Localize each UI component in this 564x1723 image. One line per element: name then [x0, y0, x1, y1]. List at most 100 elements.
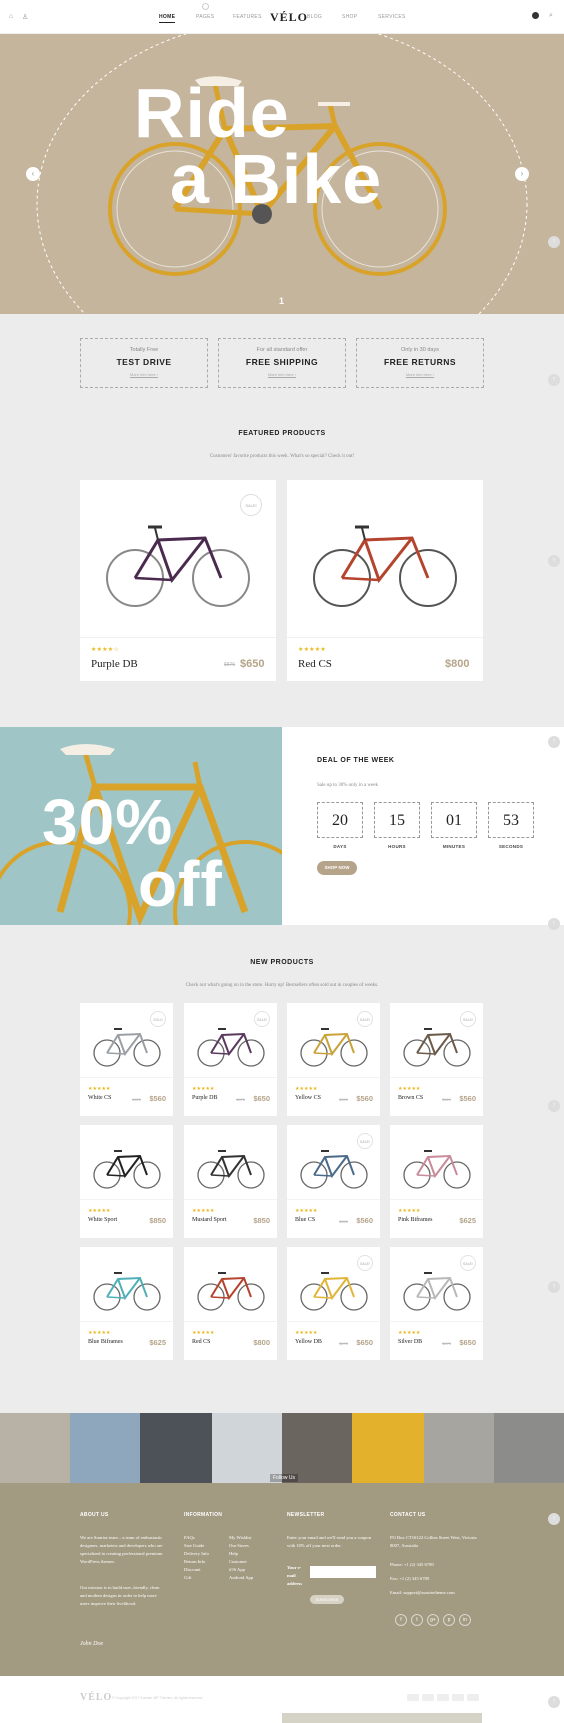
countdown-label: HOURS [388, 844, 406, 849]
product-card[interactable]: ★★★★★ Brown CS $620 $560 SALE! [390, 1003, 483, 1116]
twitter-icon[interactable]: t [411, 1614, 423, 1626]
product-card[interactable]: ★★★★★ White CS $620 $560 SOLD [80, 1003, 173, 1116]
side-scroll-icon[interactable]: ↑ [548, 1100, 560, 1112]
footer-link[interactable]: Android App [229, 1574, 253, 1582]
contact-fax: Fax: +1 (2) 345 6789 [390, 1576, 430, 1581]
product-card[interactable]: ★★★★★ White Sport $850 [80, 1125, 173, 1238]
user-icon[interactable]: ♙ [22, 13, 28, 21]
product-name[interactable]: Yellow CS [295, 1095, 321, 1101]
feature-free-returns[interactable]: Only in 30 days FREE RETURNS More info h… [356, 338, 484, 388]
side-scroll-icon[interactable]: ↑ [548, 374, 560, 386]
feature-free-shipping[interactable]: For all standard offer FREE SHIPPING Mor… [218, 338, 346, 388]
rating-stars: ★★★★★ [88, 1330, 111, 1336]
footer-link[interactable]: Gift [184, 1574, 209, 1582]
red-bike-image [313, 525, 457, 607]
contact-email[interactable]: Email: support@sunrisetheme.com [390, 1589, 455, 1597]
product-card[interactable]: ★★★★★ Pink Biframes $625 [390, 1125, 483, 1238]
home-icon[interactable]: ⌂ [9, 13, 13, 20]
bottom-logo[interactable]: VÉLO [80, 1692, 112, 1703]
nav-features[interactable]: FEATURES [233, 14, 262, 20]
side-scroll-icon[interactable]: ↑ [548, 736, 560, 748]
product-card[interactable]: ★★★★★ Yellow DB $875 $650 SALE! [287, 1247, 380, 1360]
product-name[interactable]: Blue CS [295, 1217, 315, 1223]
instagram-photo[interactable] [140, 1413, 212, 1483]
side-scroll-icon[interactable]: ↑ [548, 918, 560, 930]
search-icon[interactable]: ⌕ [549, 12, 553, 20]
featured-card-red-cs[interactable]: ★★★★★ Red CS $800 [287, 480, 483, 681]
newsletter-label: Your e-mail address [287, 1565, 302, 1586]
slider-next-icon[interactable]: › [515, 167, 529, 181]
nav-home[interactable]: HOME [159, 14, 176, 23]
footer-link[interactable]: Size Guide [184, 1542, 209, 1550]
product-name[interactable]: Blue Biframes [88, 1339, 123, 1345]
cart-icon[interactable] [532, 12, 539, 19]
footer-link[interactable]: Help [229, 1550, 253, 1558]
footer-link[interactable]: Our Stores [229, 1542, 253, 1550]
footer-signature: John Doe [80, 1641, 104, 1647]
countdown-seconds: 53 [488, 802, 534, 838]
footer-link[interactable]: Delivery Info [184, 1550, 209, 1558]
product-name[interactable]: Purple DB [192, 1095, 218, 1101]
instagram-photo[interactable] [352, 1413, 424, 1483]
footer-link[interactable]: iOS App [229, 1566, 253, 1574]
product-name[interactable]: Silver DB [398, 1339, 422, 1345]
product-price: $650 [459, 1338, 476, 1347]
side-scroll-icon[interactable]: ↑ [548, 1513, 560, 1525]
featured-card-purple-db[interactable]: SALE! ★★★★☆ Purple DB $875 $650 [80, 480, 276, 681]
nav-blog[interactable]: BLOG [307, 14, 322, 20]
logo[interactable]: VÉLO [270, 10, 308, 25]
footer-link[interactable]: My Wishlist [229, 1534, 253, 1542]
product-name[interactable]: Red CS [192, 1339, 211, 1345]
footer-link[interactable]: FAQs [184, 1534, 209, 1542]
product-name[interactable]: Purple DB [91, 658, 138, 670]
product-card[interactable]: ★★★★★ Blue Biframes $625 [80, 1247, 173, 1360]
instagram-photo[interactable] [70, 1413, 140, 1483]
bike-image [403, 1028, 471, 1067]
rating-stars: ★★★★☆ [91, 647, 119, 653]
nav-shop[interactable]: SHOP [342, 14, 357, 20]
instagram-photo[interactable] [282, 1413, 352, 1483]
pinterest-icon[interactable]: p [443, 1614, 455, 1626]
product-name[interactable]: Mustard Sport [192, 1217, 227, 1223]
nav-pages[interactable]: PAGES [196, 14, 214, 20]
product-card[interactable]: ★★★★★ Purple DB $875 $650 SALE! [184, 1003, 277, 1116]
product-card[interactable]: ★★★★★ Mustard Sport $850 [184, 1125, 277, 1238]
feature-test-drive[interactable]: Totally Free TEST DRIVE More info here › [80, 338, 208, 388]
slider-prev-icon[interactable]: ‹ [26, 167, 40, 181]
side-scroll-icon[interactable]: ↑ [548, 555, 560, 567]
footer-link[interactable]: Customer [229, 1558, 253, 1566]
product-card[interactable]: ★★★★★ Blue CS $620 $560 SALE! [287, 1125, 380, 1238]
product-card[interactable]: ★★★★★ Red CS $800 [184, 1247, 277, 1360]
product-card[interactable]: ★★★★★ Silver DB $875 $650 SALE! [390, 1247, 483, 1360]
product-name[interactable]: Yellow DB [295, 1339, 322, 1345]
product-name[interactable]: White CS [88, 1095, 112, 1101]
footer-link[interactable]: Discount [184, 1566, 209, 1574]
instagram-icon[interactable]: in [459, 1614, 471, 1626]
product-name[interactable]: Brown CS [398, 1095, 423, 1101]
instagram-follow-label[interactable]: Follow Us [270, 1474, 298, 1482]
google-plus-icon[interactable]: g+ [427, 1614, 439, 1626]
facebook-icon[interactable]: f [395, 1614, 407, 1626]
sale-badge: SALE! [460, 1011, 476, 1027]
subscribe-button[interactable]: SUBSCRIBE [310, 1595, 344, 1604]
side-scroll-icon[interactable]: ↑ [548, 1696, 560, 1708]
instagram-photo[interactable] [212, 1413, 282, 1483]
instagram-photo[interactable] [0, 1413, 70, 1483]
countdown-label: MINUTES [442, 844, 466, 849]
feature-link[interactable]: More info here › [219, 372, 345, 377]
instagram-photo[interactable] [424, 1413, 494, 1483]
product-name[interactable]: Pink Biframes [398, 1217, 433, 1223]
feature-link[interactable]: More info here › [81, 372, 207, 377]
product-name[interactable]: Red CS [298, 658, 332, 670]
bike-image [93, 1028, 161, 1067]
side-scroll-icon[interactable]: ↑ [548, 1281, 560, 1293]
nav-services[interactable]: SERVICES [378, 14, 406, 20]
product-name[interactable]: White Sport [88, 1217, 117, 1223]
footer-link[interactable]: Return Info [184, 1558, 209, 1566]
feature-link[interactable]: More info here › [357, 372, 483, 377]
instagram-photo[interactable] [494, 1413, 564, 1483]
side-scroll-icon[interactable]: ↑ [548, 236, 560, 248]
product-card[interactable]: ★★★★★ Yellow CS $620 $560 SALE! [287, 1003, 380, 1116]
shop-now-button[interactable]: SHOP NOW [317, 861, 357, 875]
newsletter-email-input[interactable] [310, 1566, 376, 1578]
